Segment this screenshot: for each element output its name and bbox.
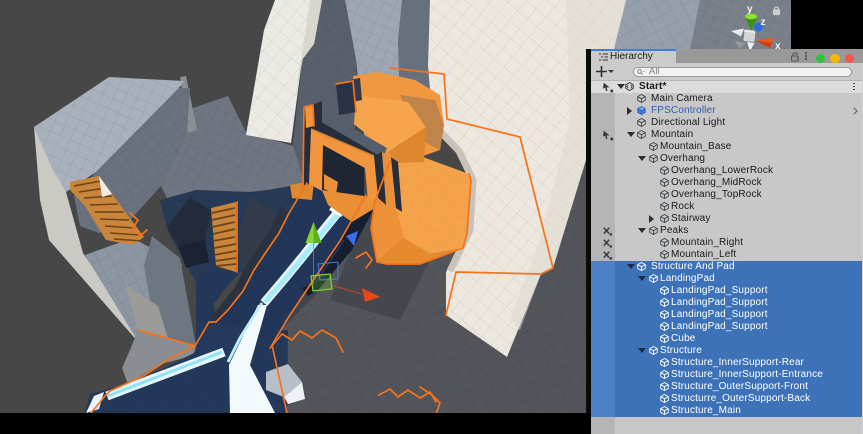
svg-text:y: y (747, 4, 753, 15)
svg-text:z: z (761, 17, 766, 28)
